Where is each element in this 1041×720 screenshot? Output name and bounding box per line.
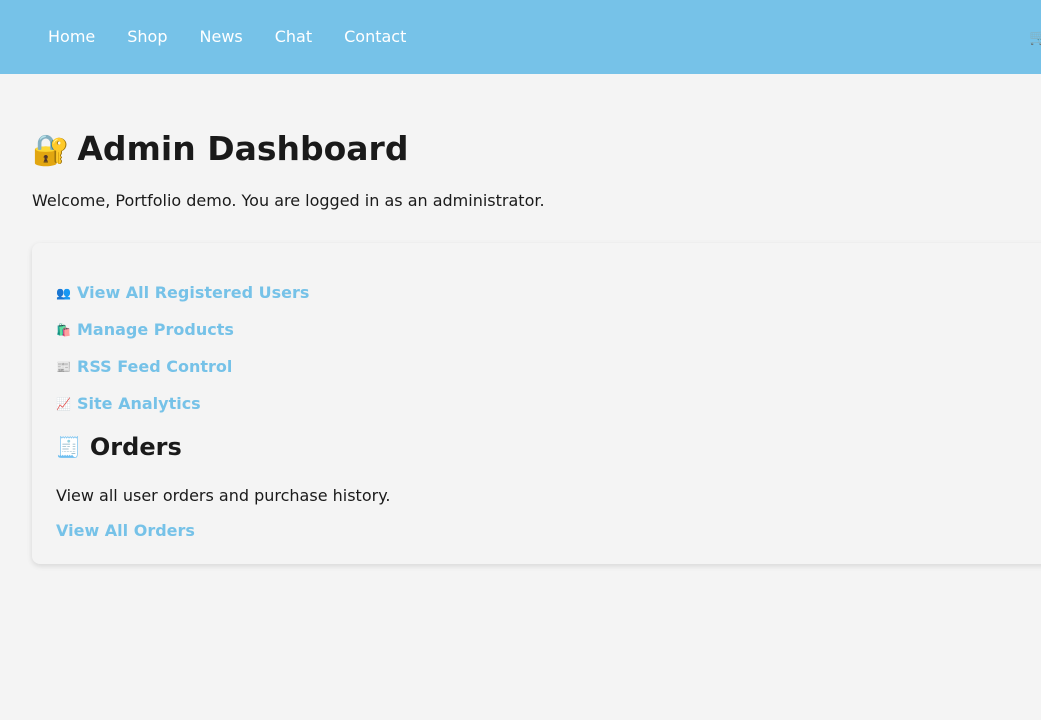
manage-products-label: Manage Products [77,320,234,339]
cart-icon[interactable]: 🛒 [1029,27,1041,47]
nav-link-news[interactable]: News [184,0,259,74]
orders-heading: 🧾 Orders [56,433,182,461]
page-title-text: Admin Dashboard [77,129,409,168]
view-users-link[interactable]: 👥 View All Registered Users [56,283,309,302]
rss-feed-link[interactable]: 📰 RSS Feed Control [56,357,232,376]
welcome-message: Welcome, Portfolio demo. You are logged … [32,191,545,210]
nav-link-shop[interactable]: Shop [111,0,183,74]
lock-key-icon: 🔐 [32,133,70,168]
page-title: 🔐 Admin Dashboard [32,128,408,172]
site-analytics-link[interactable]: 📈 Site Analytics [56,394,201,413]
view-all-orders-link[interactable]: View All Orders [56,521,195,540]
site-analytics-label: Site Analytics [77,394,201,413]
receipt-icon: 🧾 [56,435,81,459]
admin-panel-card: 👥 View All Registered Users 🛍️ Manage Pr… [32,243,1041,564]
nav-link-contact[interactable]: Contact [328,0,422,74]
orders-description: View all user orders and purchase histor… [56,486,391,505]
users-icon: 👥 [56,285,71,300]
nav-links: Home Shop News Chat Contact [32,0,422,74]
nav-link-chat[interactable]: Chat [259,0,328,74]
orders-heading-text: Orders [89,433,182,461]
manage-products-link[interactable]: 🛍️ Manage Products [56,320,234,339]
top-navbar: Home Shop News Chat Contact 🛒 [0,0,1041,74]
rss-feed-label: RSS Feed Control [77,357,233,376]
chart-increasing-icon: 📈 [56,396,71,411]
newspaper-icon: 📰 [56,359,71,374]
nav-link-home[interactable]: Home [32,0,111,74]
shopping-bags-icon: 🛍️ [56,322,71,337]
view-users-label: View All Registered Users [77,283,310,302]
